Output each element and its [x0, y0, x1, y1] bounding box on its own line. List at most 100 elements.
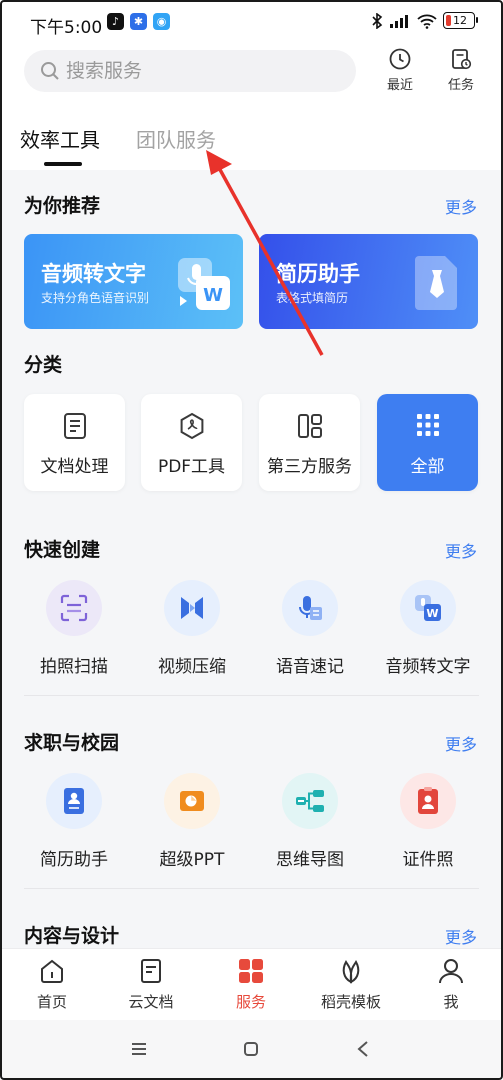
tasks-label: 任务 — [447, 78, 474, 93]
item-label: 思维导图 — [276, 850, 344, 870]
recommend-title: 为你推荐 — [24, 195, 101, 217]
career-title: 求职与校园 — [24, 732, 120, 754]
item-label: 语音速记 — [276, 657, 344, 677]
item-label: 音频转文字 — [385, 657, 471, 677]
tab-bar: 效率工具 团队服务 — [0, 118, 503, 168]
battery-level: 12 — [453, 14, 467, 27]
career-mind-map[interactable]: 思维导图 — [255, 773, 365, 873]
task-list-icon — [452, 49, 472, 70]
search-icon — [41, 62, 59, 80]
nav-services[interactable]: 服务 — [206, 957, 296, 1013]
scan-icon — [60, 594, 88, 622]
card-subtitle: 支持分角色语音识别 — [41, 291, 150, 305]
clock-icon — [389, 48, 411, 70]
mindmap-icon — [296, 790, 324, 812]
template-icon — [342, 960, 360, 984]
status-indicators: 12 — [371, 12, 478, 29]
home-icon — [41, 959, 63, 983]
nav-templates[interactable]: 稻壳模板 — [306, 957, 396, 1013]
quick-video-compress[interactable]: 视频压缩 — [137, 580, 247, 680]
search-input[interactable] — [66, 60, 316, 82]
section-divider — [24, 888, 479, 889]
notification-icons: ♪ ✱ ◉ — [107, 13, 170, 30]
recommend-more-link[interactable]: 更多 — [445, 194, 477, 218]
services-icon — [239, 959, 263, 983]
svg-text:W: W — [203, 285, 223, 306]
card-title: 音频转文字 — [41, 262, 146, 286]
nav-home[interactable]: 首页 — [7, 957, 97, 1013]
back-icon[interactable] — [356, 1040, 370, 1058]
category-label: 全部 — [410, 457, 445, 477]
content-design-title: 内容与设计 — [24, 925, 120, 947]
tasks-button[interactable]: 任务 — [438, 47, 484, 95]
category-third-party[interactable]: 第三方服务 — [259, 394, 360, 491]
pdf-icon — [180, 412, 203, 440]
bluetooth-icon — [372, 12, 383, 29]
category-label: 文档处理 — [40, 457, 109, 477]
menu-icon[interactable] — [130, 1042, 148, 1056]
recent-label: 最近 — [386, 78, 413, 93]
audio-to-text-icon: W — [415, 595, 441, 621]
item-label: 证件照 — [402, 850, 454, 870]
cloud-doc-icon — [141, 959, 161, 983]
resume-icon — [64, 788, 84, 814]
tab-efficiency-tools[interactable]: 效率工具 — [20, 124, 100, 153]
search-bar[interactable] — [24, 50, 356, 92]
category-all[interactable]: 全部 — [377, 394, 478, 491]
nav-label: 首页 — [36, 993, 67, 1011]
item-label: 简历助手 — [40, 850, 108, 870]
resume-assistant-card[interactable]: 简历助手 表格式填简历 — [259, 234, 478, 329]
status-bar: 下午5:00 ♪ ✱ ◉ 12 — [0, 0, 503, 44]
career-resume-assistant[interactable]: 简历助手 — [19, 773, 129, 873]
voice-note-icon — [299, 596, 322, 620]
item-label: 视频压缩 — [158, 657, 226, 677]
nav-label: 服务 — [235, 993, 266, 1011]
home-square-icon[interactable] — [243, 1041, 259, 1057]
ppt-icon — [180, 791, 204, 811]
item-label: 拍照扫描 — [40, 657, 108, 677]
audio-to-text-card[interactable]: 音频转文字 支持分角色语音识别 W — [24, 234, 243, 329]
card-title: 简历助手 — [276, 262, 360, 286]
system-nav-bar — [0, 1020, 503, 1080]
recent-button[interactable]: 最近 — [377, 47, 423, 95]
quick-create-more-link[interactable]: 更多 — [445, 538, 477, 562]
video-compress-icon — [181, 597, 203, 619]
nav-label: 我 — [443, 993, 459, 1011]
active-tab-indicator — [44, 162, 82, 166]
bluetooth-app-icon: ✱ — [130, 13, 147, 30]
profile-icon — [439, 959, 463, 984]
content-design-more-link[interactable]: 更多 — [445, 924, 477, 948]
career-id-photo[interactable]: 证件照 — [373, 773, 483, 873]
quick-voice-note[interactable]: 语音速记 — [255, 580, 365, 680]
nav-label: 稻壳模板 — [320, 993, 381, 1011]
category-label: 第三方服务 — [267, 457, 352, 477]
category-label: PDF工具 — [157, 457, 226, 477]
category-pdf-tools[interactable]: PDF工具 — [141, 394, 242, 491]
bottom-nav-bar: 首页 云文档 服务 稻壳模板 我 — [0, 948, 503, 1020]
nav-label: 云文档 — [128, 993, 174, 1011]
audio-word-icon: W — [178, 258, 230, 310]
layout-icon — [297, 414, 322, 438]
nav-me[interactable]: 我 — [406, 957, 496, 1013]
status-time: 下午5:00 — [30, 18, 103, 38]
quick-photo-scan[interactable]: 拍照扫描 — [19, 580, 129, 680]
quick-create-title: 快速创建 — [24, 539, 101, 561]
section-divider — [24, 695, 479, 696]
wifi-icon — [417, 14, 437, 29]
battery-icon: 12 — [443, 12, 478, 29]
tab-team-services[interactable]: 团队服务 — [136, 124, 216, 153]
document-icon — [63, 413, 86, 439]
tiktok-icon: ♪ — [107, 13, 124, 30]
svg-text:W: W — [426, 607, 438, 620]
career-super-ppt[interactable]: 超级PPT — [137, 773, 247, 873]
item-label: 超级PPT — [159, 850, 225, 870]
message-app-icon: ◉ — [153, 13, 170, 30]
id-photo-icon — [418, 787, 438, 814]
resume-tie-icon — [415, 256, 457, 310]
category-document-processing[interactable]: 文档处理 — [24, 394, 125, 491]
signal-icon — [390, 14, 408, 28]
quick-audio-to-text[interactable]: W 音频转文字 — [373, 580, 483, 680]
nav-cloud-docs[interactable]: 云文档 — [106, 957, 196, 1013]
card-subtitle: 表格式填简历 — [276, 291, 349, 305]
career-more-link[interactable]: 更多 — [445, 731, 477, 755]
